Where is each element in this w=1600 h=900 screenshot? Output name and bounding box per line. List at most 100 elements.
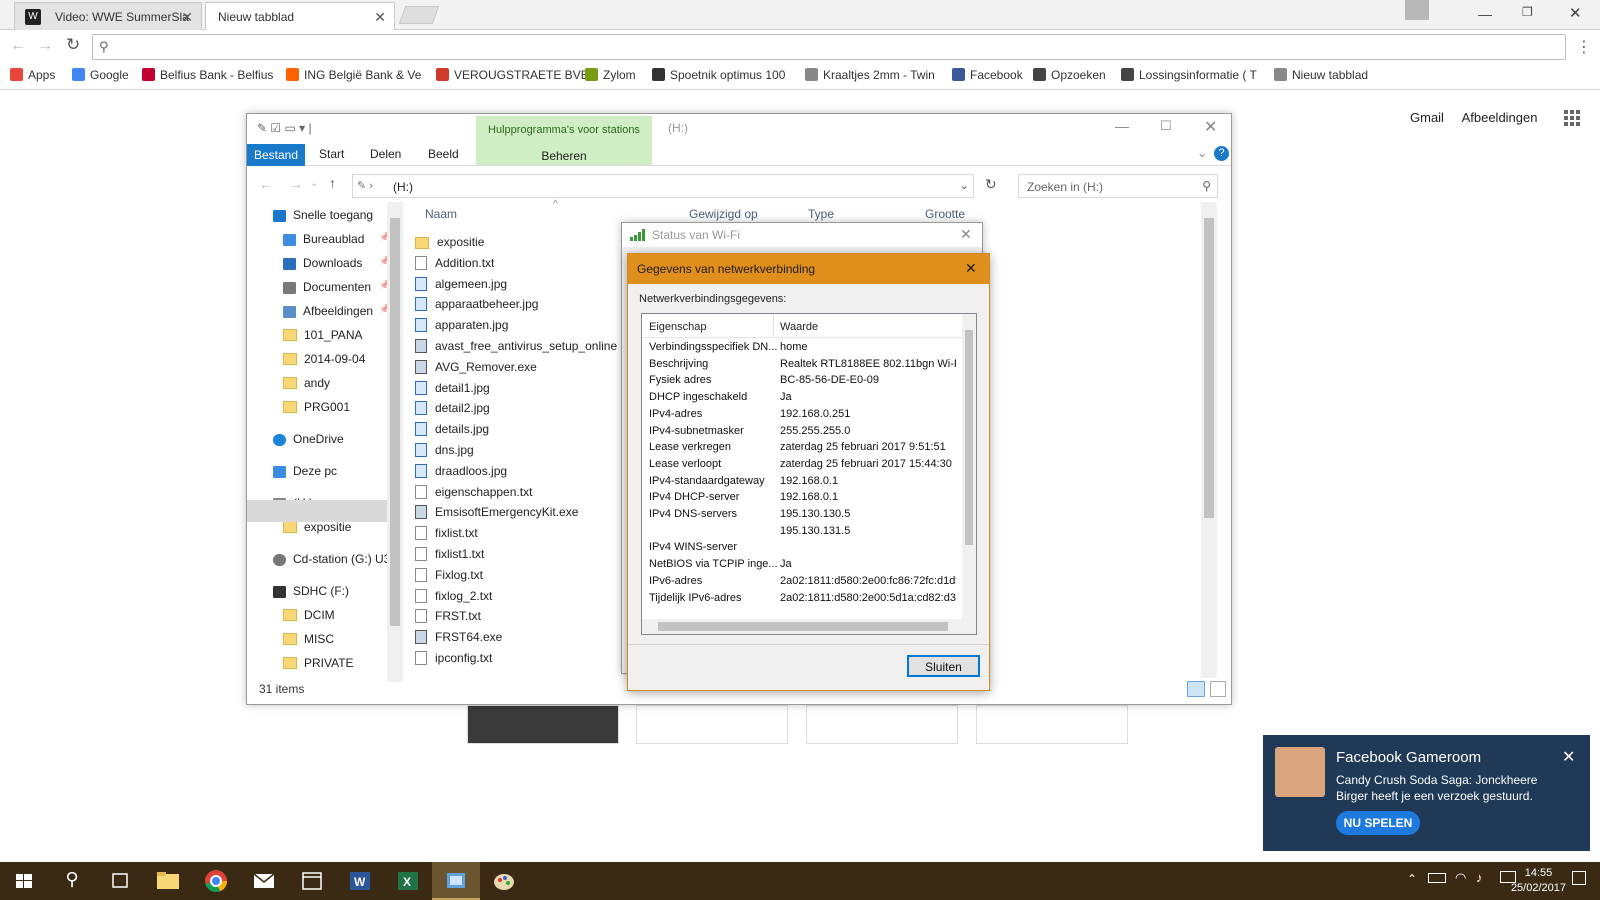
column-waarde[interactable]: Waarde	[780, 321, 818, 333]
details-listview[interactable]: Eigenschap Waarde Verbindingsspecifiek D…	[641, 313, 977, 635]
chevron-up-icon[interactable]: ⌃	[1407, 872, 1417, 886]
horizontal-scrollbar[interactable]	[642, 619, 976, 634]
file-row[interactable]: apparaten.jpg	[415, 318, 508, 333]
search-input[interactable]: Zoeken in (H:) ⚲	[1018, 174, 1218, 198]
back-icon[interactable]: ←	[10, 37, 26, 55]
most-visited-thumbnail[interactable]	[636, 705, 788, 744]
file-explorer-taskbar-icon[interactable]	[144, 862, 192, 900]
details-row[interactable]: DHCP ingeschakeld Ja	[649, 391, 956, 403]
column-eigenschap[interactable]: Eigenschap	[649, 321, 707, 333]
scrollbar-thumb[interactable]	[1204, 218, 1214, 518]
scrollbar-thumb[interactable]	[658, 622, 948, 631]
close-window-icon[interactable]: ✕	[1204, 117, 1217, 137]
close-icon[interactable]: ✕	[965, 260, 977, 277]
details-row[interactable]: 195.130.131.5	[649, 525, 956, 537]
nav-item[interactable]: Documenten 📌	[283, 280, 390, 294]
details-row[interactable]: IPv4 DNS-servers 195.130.130.5	[649, 508, 956, 520]
restore-icon[interactable]: ❐	[1522, 5, 1533, 19]
chrome-taskbar-icon[interactable]	[192, 862, 240, 900]
file-row[interactable]: fixlog_2.txt	[415, 588, 492, 603]
bookmark-item[interactable]: Google	[72, 68, 129, 82]
nav-item[interactable]: 101_PANA	[283, 328, 362, 342]
details-row[interactable]: Lease verloopt zaterdag 25 februari 2017 …	[649, 458, 956, 470]
control-panel-taskbar-icon[interactable]	[432, 862, 480, 900]
reload-icon[interactable]: ↻	[66, 35, 80, 55]
close-tab-icon[interactable]: ✕	[181, 9, 193, 26]
large-icons-view-icon[interactable]	[1210, 681, 1226, 697]
file-row[interactable]: detail1.jpg	[415, 380, 490, 395]
file-row[interactable]: Fixlog.txt	[415, 567, 483, 582]
chevron-down-icon[interactable]: ⌄	[960, 179, 969, 192]
bookmark-item[interactable]: Opzoeken	[1033, 68, 1106, 82]
start-button[interactable]	[0, 862, 48, 900]
most-visited-thumbnail[interactable]	[467, 705, 619, 744]
details-row[interactable]: NetBIOS via TCPIP inge... Ja	[649, 558, 956, 570]
scrollbar-thumb[interactable]	[965, 330, 973, 545]
details-row[interactable]: IPv4 WINS-server	[649, 541, 956, 553]
refresh-icon[interactable]: ↻	[985, 176, 997, 193]
bookmark-item[interactable]: Nieuw tabblad	[1274, 68, 1368, 82]
close-button[interactable]: Sluiten	[907, 655, 980, 677]
details-row[interactable]: IPv4-subnetmasker 255.255.255.0	[649, 425, 956, 437]
nav-item[interactable]: MISC	[283, 632, 334, 646]
apps-grid-icon[interactable]	[1564, 110, 1580, 126]
scrollbar-thumb[interactable]	[390, 218, 400, 626]
task-view-icon[interactable]	[96, 862, 144, 900]
nav-scrollbar[interactable]	[387, 202, 403, 682]
details-row[interactable]: IPv4-adres 192.168.0.251	[649, 408, 956, 420]
battery-icon[interactable]	[1428, 873, 1446, 883]
file-row[interactable]: draadloos.jpg	[415, 463, 507, 478]
details-row[interactable]: Lease verkregen zaterdag 25 februari 2017…	[649, 441, 956, 453]
minimize-icon[interactable]: —	[1115, 118, 1129, 134]
file-row[interactable]: expositie	[415, 235, 484, 249]
facebook-gameroom-notification[interactable]: Facebook Gameroom Candy Crush Soda Saga:…	[1263, 735, 1590, 851]
tab-start[interactable]: Start	[319, 147, 344, 161]
file-row[interactable]: fixlist1.txt	[415, 547, 484, 561]
details-row[interactable]: IPv4 DHCP-server 192.168.0.1	[649, 491, 956, 503]
details-row[interactable]: IPv6-adres 2a02:1811:d580:2e00:fc86:72fc:…	[649, 575, 956, 587]
nav-item[interactable]: PRIVATE	[283, 656, 354, 670]
nav-item[interactable]: DCIM	[283, 608, 335, 622]
back-icon[interactable]: ←	[259, 176, 273, 192]
file-list-scrollbar[interactable]	[1201, 202, 1217, 678]
tab-beeld[interactable]: Beeld	[428, 147, 459, 161]
address-bar[interactable]: ⚲	[92, 34, 1566, 60]
close-icon[interactable]: ✕	[960, 226, 972, 243]
nav-item[interactable]: expositie	[283, 520, 351, 534]
bookmark-item[interactable]: Zylom	[585, 68, 636, 82]
forward-icon[interactable]: →	[37, 37, 53, 55]
file-row[interactable]: fixlist.txt	[415, 526, 478, 541]
excel-taskbar-icon[interactable]: X	[384, 862, 432, 900]
file-row[interactable]: dns.jpg	[415, 443, 474, 457]
column-type[interactable]: Type	[808, 207, 834, 221]
bookmark-item[interactable]: Spoetnik optimus 100	[652, 68, 785, 82]
images-link[interactable]: Afbeeldingen	[1462, 110, 1538, 125]
column-grootte[interactable]: Grootte	[925, 207, 965, 221]
details-row[interactable]: Beschrijving Realtek RTL8188EE 802.11bgn …	[649, 358, 956, 370]
details-row[interactable]: Tijdelijk IPv6-adres 2a02:1811:d580:2e00:…	[649, 592, 956, 604]
nav-item[interactable]: Cd-station (G:) U3	[273, 552, 390, 566]
nav-item[interactable]: Snelle toegang	[273, 208, 373, 222]
search-icon[interactable]: ⚲	[48, 862, 96, 900]
nav-item[interactable]: Downloads 📌	[283, 256, 390, 270]
quick-access-toolbar[interactable]: ✎ ☑ ▭ ▾ |	[257, 121, 312, 135]
file-row[interactable]: avast_free_antivirus_setup_online	[415, 339, 617, 353]
help-icon[interactable]: ?	[1214, 146, 1229, 161]
tab-delen[interactable]: Delen	[370, 147, 401, 161]
play-now-button[interactable]: NU SPELEN	[1336, 811, 1420, 835]
minimize-icon[interactable]: —	[1478, 6, 1492, 22]
forward-icon[interactable]: →	[289, 176, 303, 192]
most-visited-thumbnail[interactable]	[806, 705, 958, 744]
tab-bestand[interactable]: Bestand	[247, 144, 305, 166]
file-row[interactable]: EmsisoftEmergencyKit.exe	[415, 505, 578, 520]
nav-item[interactable]: PRG001	[283, 400, 350, 414]
calendar-taskbar-icon[interactable]	[288, 862, 336, 900]
nav-item[interactable]: OneDrive	[273, 432, 344, 446]
bookmark-item[interactable]: Apps	[10, 68, 55, 82]
tab-new-tab[interactable]: Nieuw tabblad ✕	[205, 2, 395, 30]
bookmark-item[interactable]: Facebook	[952, 68, 1023, 82]
clock[interactable]: 14:55 25/02/2017	[1511, 866, 1566, 896]
chevron-down-icon[interactable]: ⌄	[1197, 146, 1207, 160]
mail-taskbar-icon[interactable]	[240, 862, 288, 900]
column-gewijzigd[interactable]: Gewijzigd op	[689, 207, 758, 221]
